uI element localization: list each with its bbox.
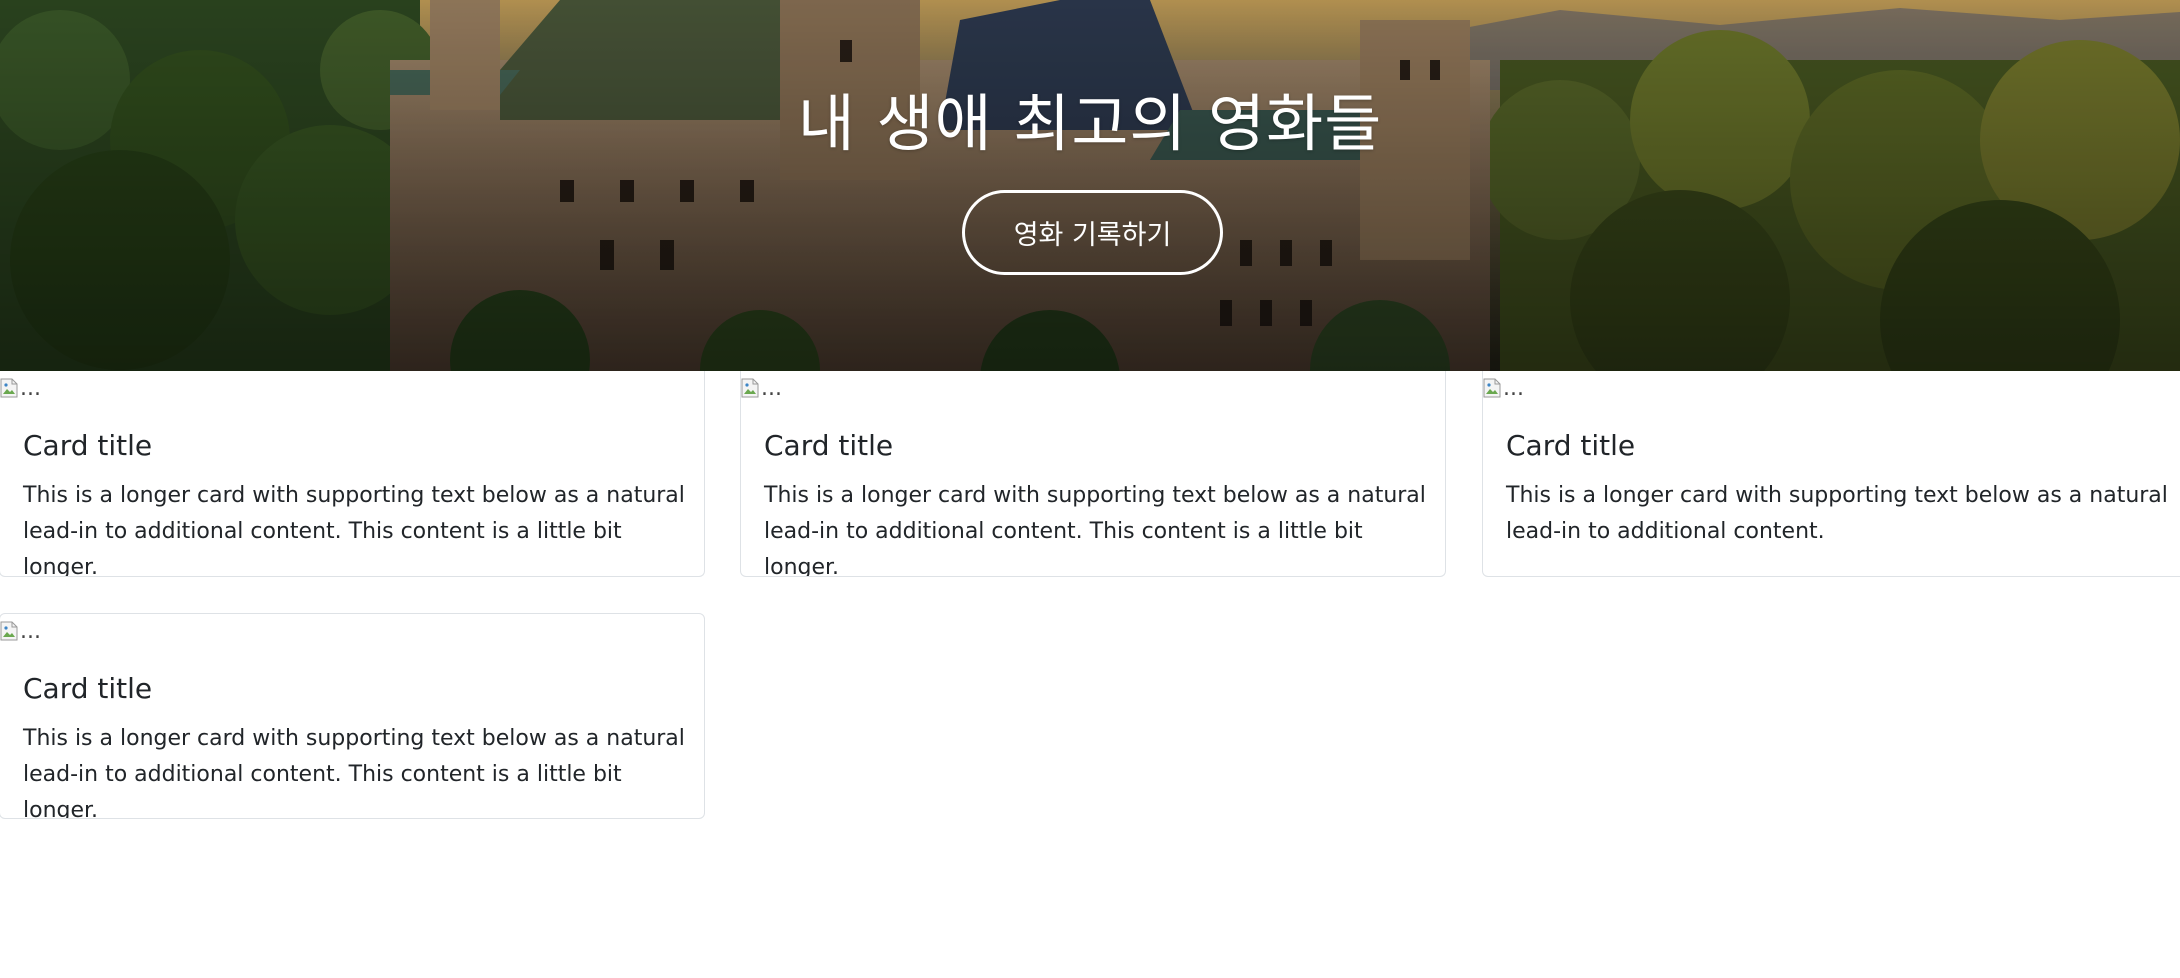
broken-image-icon [1483,378,1501,398]
card-title: Card title [23,429,153,462]
card-title: Card title [1506,429,1636,462]
movie-card: ... Card title This is a longer card wit… [1482,371,2180,577]
card-image: ... [741,371,782,405]
card-title: Card title [764,429,894,462]
movie-card: ... Card title This is a longer card wit… [0,371,705,577]
movie-card: ... Card title This is a longer card wit… [0,613,705,819]
record-movie-button[interactable]: 영화 기록하기 [962,190,1223,275]
card-image-alt-text: ... [1503,375,1524,401]
card-image-alt-text: ... [761,375,782,401]
card-text: This is a longer card with supporting te… [1506,483,2168,544]
movie-card: ... Card title This is a longer card wit… [740,371,1446,577]
hero-title: 내 생애 최고의 영화들 [797,87,1383,160]
card-text: This is a longer card with supporting te… [23,726,685,819]
broken-image-icon [0,621,18,641]
card-text: This is a longer card with supporting te… [23,483,685,577]
card-image: ... [0,371,41,405]
card-text: This is a longer card with supporting te… [764,483,1426,577]
card-image: ... [0,614,41,648]
hero-banner: 내 생애 최고의 영화들 영화 기록하기 [0,0,2180,371]
card-title: Card title [23,672,153,705]
broken-image-icon [741,378,759,398]
card-image-alt-text: ... [20,618,41,644]
hero-overlay [0,0,2180,371]
card-image: ... [1483,371,1524,405]
card-image-alt-text: ... [20,375,41,401]
broken-image-icon [0,378,18,398]
